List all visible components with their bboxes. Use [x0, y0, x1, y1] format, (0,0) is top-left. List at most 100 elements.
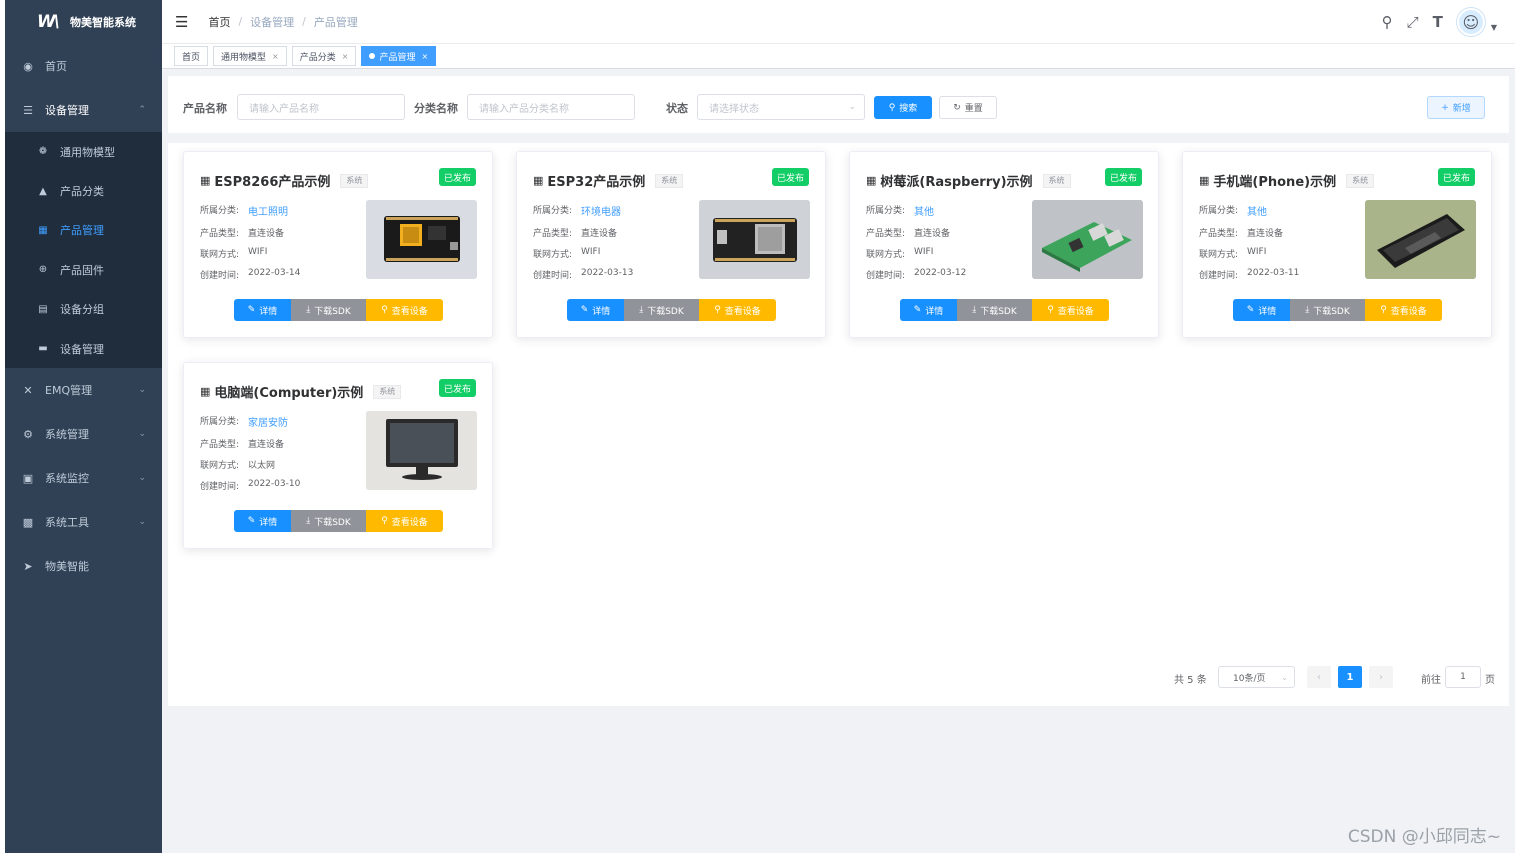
card-actions: ✎ 详情 ⤓ 下载SDK ⚲ 查看设备 [900, 299, 1109, 321]
product-name-label: 产品名称 [183, 102, 227, 115]
type-row: 产品类型: 直连设备 [866, 229, 951, 239]
sidebar-item-product-management[interactable]: ▦ 产品管理 [5, 211, 162, 250]
sidebar-item-wumei[interactable]: ➤ 物美智能 [5, 544, 162, 588]
tag-home[interactable]: 首页 [174, 46, 209, 66]
hamburger-icon[interactable]: ☰ [175, 13, 188, 31]
category-link[interactable]: 其他 [914, 203, 934, 218]
view-devices-button[interactable]: ⚲ 查看设备 [1032, 299, 1109, 321]
view-devices-button[interactable]: ⚲ 查看设备 [366, 510, 443, 532]
tag-common-model[interactable]: 通用物模型 × [213, 46, 287, 66]
search-button[interactable]: ⚲ 搜索 [874, 96, 932, 119]
sidebar-item-device-management[interactable]: ☰ 设备管理 ⌃ [5, 88, 162, 132]
sidebar-item-system-tools[interactable]: ▩ 系统工具 ⌄ [5, 500, 162, 544]
breadcrumb-device[interactable]: 设备管理 [250, 14, 294, 30]
font-size-icon[interactable]: T [1433, 13, 1443, 31]
product-title[interactable]: ▦ 手机端(Phone)示例 系统 [1199, 171, 1375, 190]
sidebar-item-system-management[interactable]: ⚙ 系统管理 ⌄ [5, 412, 162, 456]
download-sdk-button[interactable]: ⤓ 下载SDK [624, 299, 699, 321]
system-tag: 系统 [655, 173, 684, 188]
status-label: 状态 [666, 102, 688, 115]
sidebar-item-system-monitor[interactable]: ▣ 系统监控 ⌄ [5, 456, 162, 500]
chevron-up-icon: ⌃ [138, 105, 146, 115]
created-row: 创建时间: 2022-03-10 [200, 479, 301, 492]
product-image [1032, 200, 1143, 279]
view-devices-button[interactable]: ⚲ 查看设备 [699, 299, 776, 321]
chevron-left-icon: ‹ [1317, 671, 1321, 683]
edit-icon: ✎ [913, 305, 922, 315]
category-link[interactable]: 电工照明 [248, 203, 288, 218]
goto-page-input[interactable]: 1 [1445, 666, 1481, 688]
active-dot-icon [369, 53, 376, 59]
system-tag: 系统 [340, 173, 369, 188]
detail-button[interactable]: ✎ 详情 [900, 299, 957, 321]
type-row: 产品类型: 直连设备 [200, 440, 285, 450]
add-button[interactable]: + 新增 [1427, 96, 1485, 119]
download-sdk-button[interactable]: ⤓ 下载SDK [291, 510, 366, 532]
close-icon[interactable]: × [272, 52, 279, 61]
detail-button[interactable]: ✎ 详情 [567, 299, 624, 321]
next-page-button[interactable]: › [1369, 666, 1393, 688]
created-row: 创建时间: 2022-03-13 [533, 268, 634, 281]
app-logo[interactable]: W\ 物美智能系统 [5, 0, 162, 44]
sidebar-item-home[interactable]: ◉ 首页 [5, 44, 162, 88]
breadcrumb-home[interactable]: 首页 [208, 14, 230, 30]
download-sdk-button[interactable]: ⤓ 下载SDK [1290, 299, 1365, 321]
breadcrumb-separator: / [238, 15, 243, 28]
app-main: 产品名称 请输入产品名称 分类名称 请输入产品分类名称 状态 请选择状态 ⌄ ⚲… [162, 70, 1515, 853]
detail-button[interactable]: ✎ 详情 [234, 299, 291, 321]
sidebar-item-device-group[interactable]: ▤ 设备分组 [5, 290, 162, 329]
detail-button[interactable]: ✎ 详情 [1233, 299, 1290, 321]
product-card: ▦ 树莓派(Raspberry)示例 系统 已发布 所属分类: 其他 产品类型: 直… [849, 151, 1159, 338]
sidebar-item-emq[interactable]: ✕ EMQ管理 ⌄ [5, 368, 162, 412]
sidebar-item-common-model[interactable]: ❁ 通用物模型 [5, 132, 162, 171]
product-image [1365, 200, 1476, 279]
navbar-tools: ⚲ ⤢ T ☺ ▼ [1382, 8, 1497, 36]
sidebar-item-product-category[interactable]: ▲ 产品分类 [5, 171, 162, 210]
sidebar: W\ 物美智能系统 ◉ 首页 ☰ 设备管理 ⌃ ❁ 通用物模型 ▲ 产品分类 ▦… [5, 0, 162, 853]
product-image [366, 200, 477, 279]
product-name-input[interactable]: 请输入产品名称 [237, 94, 405, 120]
download-sdk-button[interactable]: ⤓ 下载SDK [291, 299, 366, 321]
product-title[interactable]: ▦ ESP32产品示例 系统 [533, 171, 684, 190]
sidebar-item-device-list[interactable]: ▬ 设备管理 [5, 329, 162, 368]
product-title[interactable]: ▦ 树莓派(Raspberry)示例 系统 [866, 171, 1071, 190]
category-row: 所属分类: 电工照明 [200, 203, 288, 218]
product-title[interactable]: ▦ ESP8266产品示例 系统 [200, 171, 369, 190]
category-row: 所属分类: 环境电器 [533, 203, 621, 218]
prev-page-button[interactable]: ‹ [1307, 666, 1331, 688]
page-number-1[interactable]: 1 [1338, 666, 1362, 688]
system-tag: 系统 [1346, 173, 1375, 188]
view-devices-button[interactable]: ⚲ 查看设备 [366, 299, 443, 321]
type-row: 产品类型: 直连设备 [1199, 229, 1284, 239]
tag-product-management[interactable]: 产品管理 × [361, 46, 437, 66]
tag-product-category[interactable]: 产品分类 × [291, 46, 357, 66]
reset-button[interactable]: ↻ 重置 [939, 96, 997, 119]
download-sdk-button[interactable]: ⤓ 下载SDK [957, 299, 1032, 321]
category-link[interactable]: 环境电器 [581, 203, 621, 218]
sidebar-item-product-firmware[interactable]: ⊕ 产品固件 [5, 250, 162, 289]
detail-button[interactable]: ✎ 详情 [234, 510, 291, 532]
avatar[interactable]: ☺ [1456, 8, 1485, 36]
edit-icon: ✎ [247, 305, 256, 315]
category-link[interactable]: 其他 [1247, 203, 1267, 218]
close-icon[interactable]: × [342, 52, 349, 61]
product-title[interactable]: ▦ 电脑端(Computer)示例 系统 [200, 382, 402, 401]
caret-down-icon[interactable]: ▼ [1491, 23, 1497, 32]
status-select[interactable]: 请选择状态 ⌄ [697, 94, 865, 120]
status-badge: 已发布 [438, 379, 476, 397]
card-actions: ✎ 详情 ⤓ 下载SDK ⚲ 查看设备 [234, 510, 443, 532]
goto-label: 前往 [1421, 675, 1441, 686]
view-devices-button[interactable]: ⚲ 查看设备 [1365, 299, 1442, 321]
search-icon[interactable]: ⚲ [1382, 13, 1393, 31]
list-icon: ▬ [38, 343, 48, 355]
close-icon[interactable]: × [421, 52, 428, 61]
category-name-input[interactable]: 请输入产品分类名称 [467, 94, 635, 120]
fullscreen-icon[interactable]: ⤢ [1407, 13, 1419, 31]
watermark: CSDN @小邱同志~ [1347, 827, 1501, 847]
network-row: 联网方式: WIFI [866, 247, 934, 260]
chevron-down-icon: ⌄ [848, 102, 856, 112]
category-link[interactable]: 家居安防 [248, 414, 288, 429]
network-row: 联网方式: WIFI [1199, 247, 1267, 260]
page-size-select[interactable]: 10条/页 ⌄ [1218, 666, 1295, 688]
chevron-down-icon: ⌄ [138, 385, 146, 396]
